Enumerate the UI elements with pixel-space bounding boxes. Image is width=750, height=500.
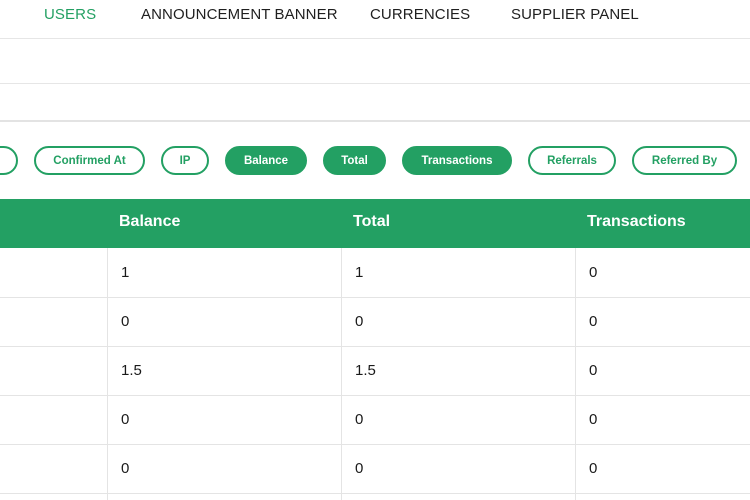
- column-divider: [575, 248, 576, 500]
- cell-total: 0: [355, 313, 364, 330]
- cell-balance: 1: [121, 264, 130, 281]
- column-header-transactions[interactable]: Transactions: [587, 213, 686, 231]
- cell-transactions: 0: [589, 460, 598, 477]
- column-toggle-partial[interactable]: [0, 146, 18, 175]
- column-header-balance[interactable]: Balance: [119, 213, 180, 231]
- cell-total: 1.5: [355, 362, 376, 379]
- cell-total: 1: [355, 264, 364, 281]
- top-navigation: USERS ANNOUNCEMENT BANNER CURRENCIES SUP…: [0, 0, 750, 39]
- toolbar-row: [0, 38, 750, 84]
- column-toggle-confirmed-at[interactable]: Confirmed At: [34, 146, 145, 175]
- table-row: 0 0 0: [0, 297, 750, 347]
- column-toggle-referrals[interactable]: Referrals: [528, 146, 616, 175]
- table-row: 1 1 0: [0, 248, 750, 298]
- nav-item-users[interactable]: USERS: [44, 6, 96, 23]
- cell-total: 0: [355, 460, 364, 477]
- cell-balance: 0: [121, 313, 130, 330]
- cell-balance: 0: [121, 460, 130, 477]
- cell-transactions: 0: [589, 264, 598, 281]
- column-toggle-referred-by[interactable]: Referred By: [632, 146, 737, 175]
- table-header: Balance Total Transactions: [0, 199, 750, 248]
- cell-transactions: 0: [589, 411, 598, 428]
- column-toggle-total[interactable]: Total: [323, 146, 386, 175]
- column-toggle-balance[interactable]: Balance: [225, 146, 307, 175]
- nav-item-currencies[interactable]: CURRENCIES: [370, 6, 470, 23]
- column-toggle-ip[interactable]: IP: [161, 146, 209, 175]
- column-divider: [341, 248, 342, 500]
- column-divider: [107, 248, 108, 500]
- column-toggle-transactions[interactable]: Transactions: [402, 146, 512, 175]
- cell-balance: 0: [121, 411, 130, 428]
- column-header-total[interactable]: Total: [353, 213, 390, 231]
- cell-transactions: 0: [589, 313, 598, 330]
- filter-row: [0, 84, 750, 122]
- cell-balance: 1.5: [121, 362, 142, 379]
- table-row: 0 0 0: [0, 444, 750, 494]
- table-row: 1.5 1.5 0: [0, 346, 750, 396]
- table-row: 0 0 0: [0, 395, 750, 445]
- cell-total: 0: [355, 411, 364, 428]
- nav-item-announcement-banner[interactable]: ANNOUNCEMENT BANNER: [141, 6, 338, 23]
- cell-transactions: 0: [589, 362, 598, 379]
- nav-item-supplier-panel[interactable]: SUPPLIER PANEL: [511, 6, 639, 23]
